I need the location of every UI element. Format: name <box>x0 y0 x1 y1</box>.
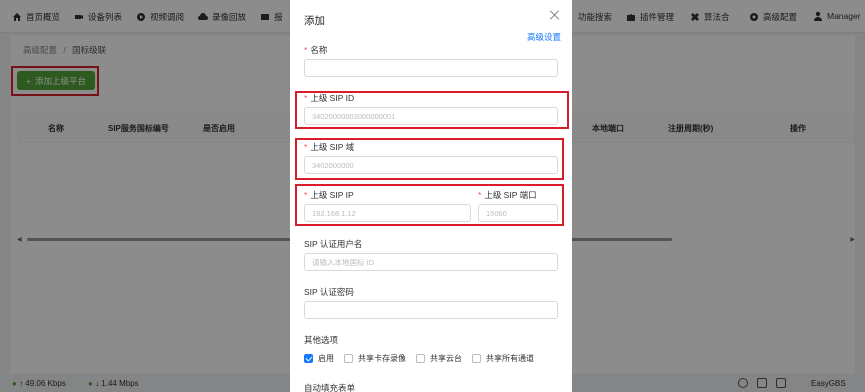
highlight-sip-domain <box>295 138 564 180</box>
option-share-all-channels[interactable]: 共享所有通道 <box>472 353 534 364</box>
auth-user-label: SIP 认证用户名 <box>304 239 363 249</box>
name-label: * 名称 <box>304 45 328 55</box>
option-share-ptz[interactable]: 共享云台 <box>416 353 462 364</box>
close-icon[interactable] <box>550 10 560 20</box>
auth-user-input[interactable] <box>304 253 558 271</box>
advanced-settings-link[interactable]: 高级设置 <box>527 31 561 43</box>
option-share-card-records[interactable]: 共享卡存录像 <box>344 353 406 364</box>
name-input[interactable] <box>304 59 558 77</box>
checkbox-checked[interactable] <box>304 354 313 363</box>
option-enable[interactable]: 启用 <box>304 353 334 364</box>
modal-title: 添加 <box>304 15 325 27</box>
auth-password-input[interactable] <box>304 301 558 319</box>
highlight-sip-ip-port <box>295 184 564 226</box>
highlight-sip-id <box>295 91 569 129</box>
checkbox[interactable] <box>416 354 425 363</box>
checkbox[interactable] <box>472 354 481 363</box>
add-platform-modal: 添加 高级设置 *名称 *上级 SIP ID *上级 SIP 域 *上级 SIP… <box>290 0 572 392</box>
autofill-label: 自动填充表单 <box>304 383 356 392</box>
auth-password-label: SIP 认证密码 <box>304 287 354 297</box>
other-options-group: 启用 共享卡存录像 共享云台 共享所有通道 <box>304 353 544 364</box>
checkbox[interactable] <box>344 354 353 363</box>
other-options-label: 其他选项 <box>304 335 339 345</box>
